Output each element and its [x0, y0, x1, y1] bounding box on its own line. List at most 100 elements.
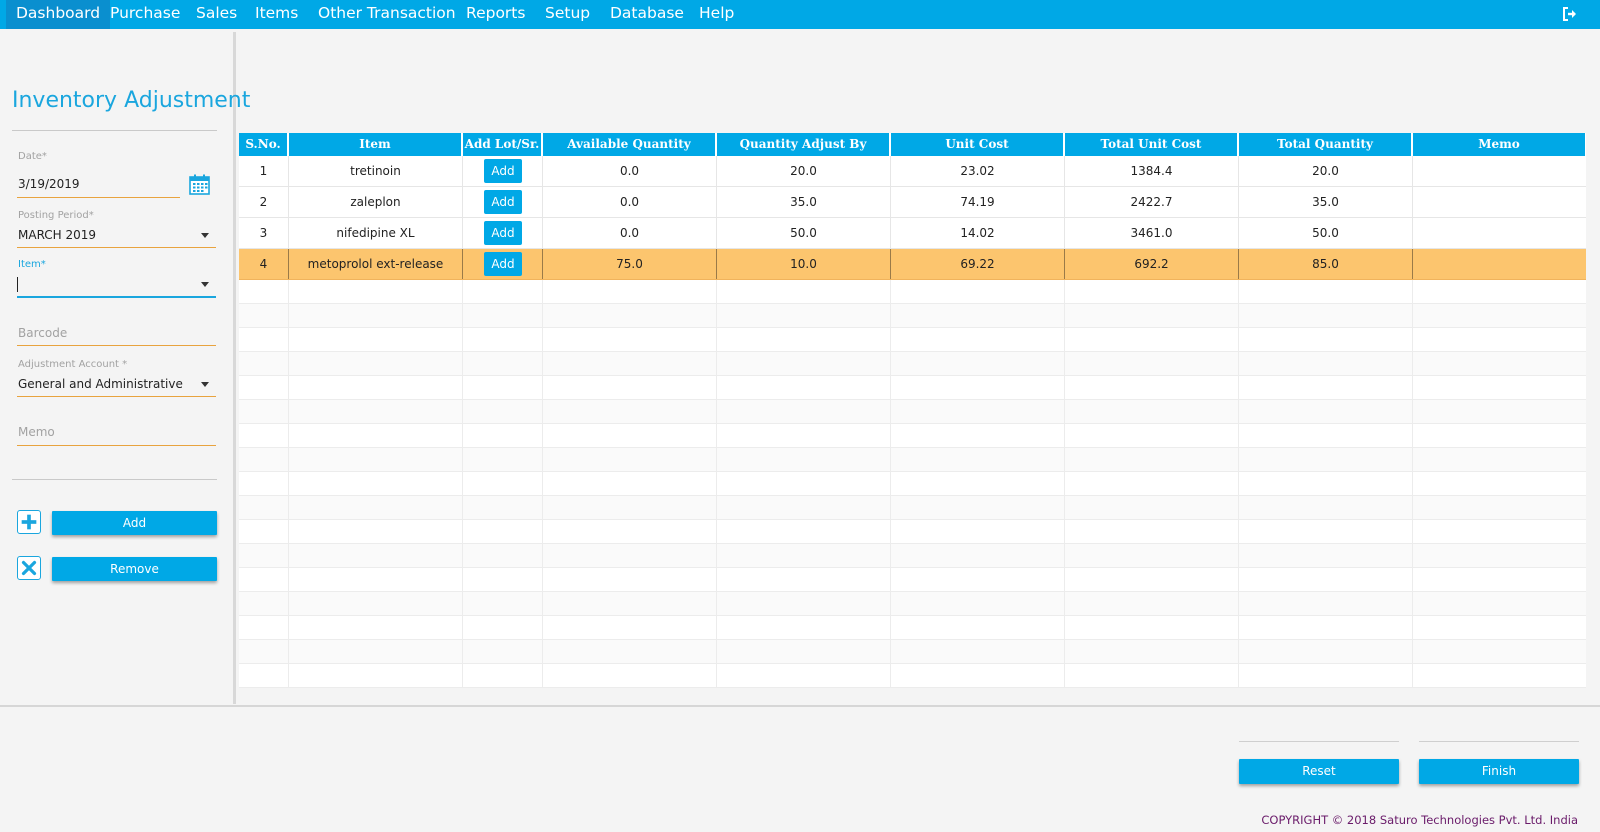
- menu-items[interactable]: Items: [245, 0, 308, 29]
- empty-cell: [1413, 448, 1586, 472]
- empty-cell: [891, 568, 1065, 592]
- empty-cell: [289, 568, 463, 592]
- empty-cell: [891, 496, 1065, 520]
- empty-cell: [1065, 328, 1239, 352]
- cell-quantity-adjust-by[interactable]: 35.0: [717, 187, 891, 217]
- cell-memo[interactable]: [1413, 156, 1586, 186]
- content-divider: [0, 705, 1600, 707]
- column-header-quantity-adjust-by[interactable]: Quantity Adjust By: [717, 133, 889, 156]
- date-field[interactable]: 3/19/2019: [18, 177, 80, 191]
- empty-cell: [463, 592, 543, 616]
- empty-table-row[interactable]: [239, 664, 1586, 688]
- add-lot-button[interactable]: Add: [484, 159, 522, 183]
- column-header-available-quantity[interactable]: Available Quantity: [543, 133, 715, 156]
- empty-cell: [1413, 496, 1586, 520]
- cell-quantity-adjust-by[interactable]: 50.0: [717, 218, 891, 248]
- empty-cell: [239, 472, 289, 496]
- empty-cell: [1239, 424, 1413, 448]
- column-header-total-unit-cost[interactable]: Total Unit Cost: [1065, 133, 1237, 156]
- menu-sales[interactable]: Sales: [186, 0, 247, 29]
- finish-button[interactable]: Finish: [1419, 759, 1579, 784]
- empty-table-row[interactable]: [239, 496, 1586, 520]
- empty-cell: [289, 592, 463, 616]
- empty-table-row[interactable]: [239, 616, 1586, 640]
- empty-table-row[interactable]: [239, 424, 1586, 448]
- column-header-add-lot[interactable]: Add Lot/Sr.: [463, 133, 541, 156]
- column-header-total-quantity[interactable]: Total Quantity: [1239, 133, 1411, 156]
- posting-period-select[interactable]: MARCH 2019: [18, 228, 96, 242]
- empty-cell: [239, 496, 289, 520]
- empty-table-row[interactable]: [239, 592, 1586, 616]
- cell-memo[interactable]: [1413, 187, 1586, 217]
- empty-table-row[interactable]: [239, 640, 1586, 664]
- cell-memo[interactable]: [1413, 249, 1586, 279]
- empty-table-row[interactable]: [239, 520, 1586, 544]
- column-header-sno[interactable]: S.No.: [239, 133, 287, 156]
- empty-cell: [463, 544, 543, 568]
- empty-table-row[interactable]: [239, 544, 1586, 568]
- menu-database[interactable]: Database: [600, 0, 694, 29]
- empty-cell: [543, 376, 717, 400]
- barcode-input[interactable]: Barcode: [18, 326, 67, 340]
- reset-button[interactable]: Reset: [1239, 759, 1399, 784]
- menu-dashboard[interactable]: Dashboard: [6, 0, 111, 29]
- empty-table-row[interactable]: [239, 472, 1586, 496]
- column-header-unit-cost[interactable]: Unit Cost: [891, 133, 1063, 156]
- empty-table-row[interactable]: [239, 448, 1586, 472]
- add-lot-button[interactable]: Add: [484, 190, 522, 214]
- empty-cell: [463, 376, 543, 400]
- chevron-down-icon[interactable]: [201, 382, 209, 387]
- table-row[interactable]: 2 zaleplon Add 0.0 35.0 74.19 2422.7 35.…: [239, 187, 1586, 218]
- add-lot-button[interactable]: Add: [484, 252, 522, 276]
- column-header-memo[interactable]: Memo: [1413, 133, 1585, 156]
- close-icon[interactable]: [17, 556, 41, 580]
- empty-table-row[interactable]: [239, 280, 1586, 304]
- cell-total-unit-cost: 692.2: [1065, 249, 1239, 279]
- chevron-down-icon[interactable]: [201, 233, 209, 238]
- calendar-icon[interactable]: [189, 174, 210, 195]
- menu-purchase[interactable]: Purchase: [100, 0, 190, 29]
- empty-cell: [717, 400, 891, 424]
- empty-cell: [1413, 640, 1586, 664]
- menu-reports[interactable]: Reports: [456, 0, 535, 29]
- empty-table-row[interactable]: [239, 400, 1586, 424]
- empty-cell: [289, 664, 463, 688]
- text-caret: [17, 277, 18, 292]
- table-row[interactable]: 1 tretinoin Add 0.0 20.0 23.02 1384.4 20…: [239, 156, 1586, 187]
- memo-input[interactable]: Memo: [18, 425, 55, 439]
- cell-unit-cost: 14.02: [891, 218, 1065, 248]
- empty-table-row[interactable]: [239, 352, 1586, 376]
- empty-table-row[interactable]: [239, 304, 1586, 328]
- empty-cell: [543, 640, 717, 664]
- cell-available-quantity: 0.0: [543, 156, 717, 186]
- table-row-selected[interactable]: 4 metoprolol ext-release Add 75.0 10.0 6…: [239, 249, 1586, 280]
- adjustment-account-select[interactable]: General and Administrative: [18, 377, 183, 391]
- cell-unit-cost: 23.02: [891, 156, 1065, 186]
- table-row[interactable]: 3 nifedipine XL Add 0.0 50.0 14.02 3461.…: [239, 218, 1586, 249]
- menu-other-transaction[interactable]: Other Transaction: [308, 0, 466, 29]
- remove-button[interactable]: Remove: [52, 557, 217, 581]
- plus-icon[interactable]: [17, 510, 41, 534]
- add-lot-button[interactable]: Add: [484, 221, 522, 245]
- logout-icon[interactable]: [1562, 6, 1578, 22]
- empty-table-row[interactable]: [239, 328, 1586, 352]
- cell-quantity-adjust-by[interactable]: 10.0: [717, 249, 891, 279]
- posting-period-label: Posting Period*: [18, 210, 94, 221]
- chevron-down-icon[interactable]: [201, 282, 209, 287]
- cell-memo[interactable]: [1413, 218, 1586, 248]
- empty-table-row[interactable]: [239, 568, 1586, 592]
- cell-add-lot: Add: [463, 249, 543, 279]
- empty-cell: [717, 304, 891, 328]
- cell-add-lot: Add: [463, 156, 543, 186]
- top-menu-bar: Dashboard Purchase Sales Items Other Tra…: [0, 0, 1600, 29]
- add-button[interactable]: Add: [52, 511, 217, 535]
- cell-quantity-adjust-by[interactable]: 20.0: [717, 156, 891, 186]
- menu-setup[interactable]: Setup: [535, 0, 600, 29]
- menu-help[interactable]: Help: [689, 0, 744, 29]
- empty-table-row[interactable]: [239, 376, 1586, 400]
- column-header-item[interactable]: Item: [289, 133, 461, 156]
- empty-cell: [891, 328, 1065, 352]
- empty-cell: [289, 472, 463, 496]
- cell-unit-cost: 74.19: [891, 187, 1065, 217]
- empty-cell: [543, 568, 717, 592]
